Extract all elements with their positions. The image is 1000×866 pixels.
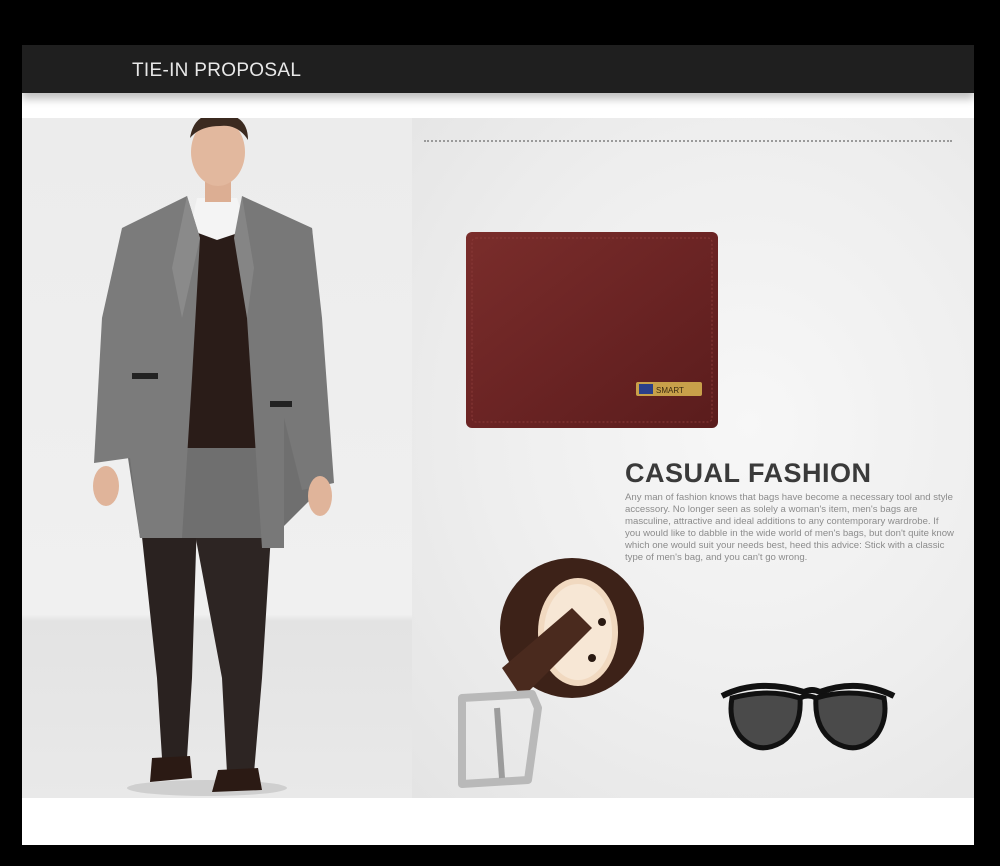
section-title: CASUAL FASHION bbox=[625, 458, 872, 488]
section-header-title: TIE-IN PROPOSAL bbox=[132, 60, 302, 81]
sunglasses-icon bbox=[720, 682, 896, 751]
model-photo bbox=[22, 118, 412, 798]
header-bar: TIE-IN PROPOSAL bbox=[22, 45, 974, 93]
product-showcase: SMART CASUAL FASHION Any man of fashion … bbox=[412, 118, 974, 798]
wallet-icon: SMART bbox=[466, 232, 718, 428]
wallet-badge-label: SMART bbox=[656, 386, 684, 395]
section-description: Any man of fashion knows that bags have … bbox=[625, 492, 954, 564]
divider-line bbox=[424, 140, 952, 142]
belt-icon bbox=[458, 558, 644, 788]
page-canvas: TIE-IN PROPOSAL SMART CASUAL FASHION Any… bbox=[22, 45, 974, 845]
model-figure bbox=[93, 118, 334, 796]
